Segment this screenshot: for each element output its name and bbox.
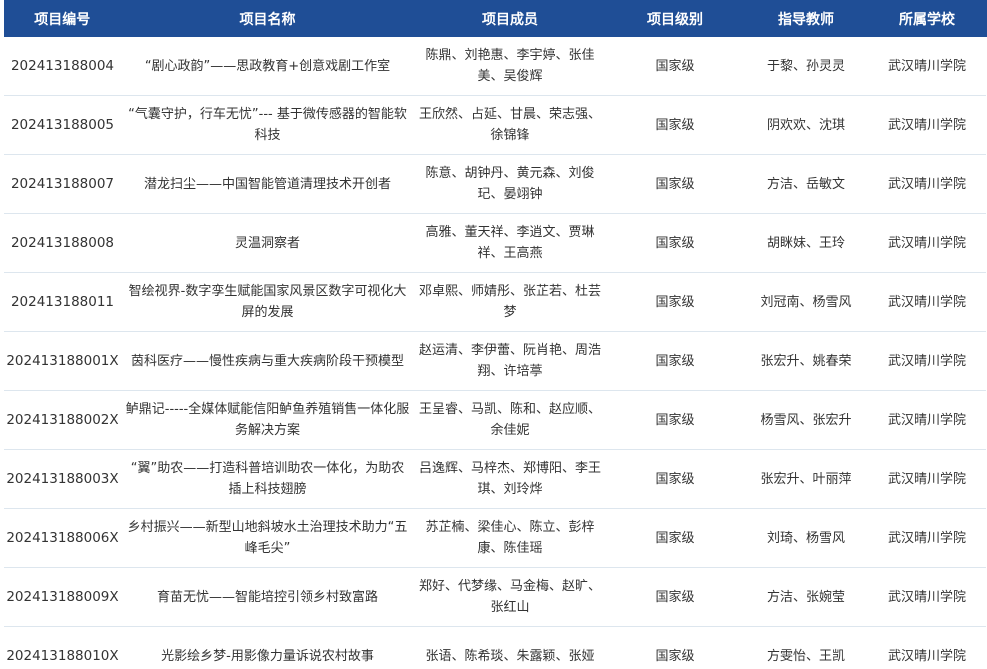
cell-project-id: 202413188010X	[4, 626, 121, 669]
cell-advisor: 张宏升、姚春荣	[744, 331, 868, 391]
cell-project-level: 国家级	[606, 95, 744, 155]
cell-project-level: 国家级	[606, 154, 744, 214]
table-row: 202413188010X 光影绘乡梦-用影像力量诉说农村故事 张语、陈希琰、朱…	[4, 626, 986, 669]
cell-project-id: 202413188004	[4, 37, 121, 96]
cell-school: 武汉晴川学院	[868, 567, 986, 627]
cell-advisor: 方洁、岳敏文	[744, 154, 868, 214]
cell-project-members: 陈意、胡钟丹、黄元森、刘俊玘、晏翊钟	[414, 154, 606, 214]
cell-project-name: “翼”助农——打造科普培训助农一体化，为助农插上科技翅膀	[121, 449, 414, 509]
projects-table: 项目编号 项目名称 项目成员 项目级别 指导教师 所属学校 2024131880…	[4, 0, 987, 669]
cell-project-name: “剧心政韵”——思政教育+创意戏剧工作室	[121, 37, 414, 96]
cell-project-id: 202413188007	[4, 154, 121, 214]
cell-advisor: 刘冠南、杨雪风	[744, 272, 868, 332]
cell-project-name: 乡村振兴——新型山地斜坡水土治理技术助力“五峰毛尖”	[121, 508, 414, 568]
cell-project-level: 国家级	[606, 213, 744, 273]
cell-school: 武汉晴川学院	[868, 272, 986, 332]
table-row: 202413188002X 鲈鼎记-----全媒体赋能信阳鲈鱼养殖销售一体化服务…	[4, 390, 986, 450]
cell-project-members: 王呈睿、马凯、陈和、赵应顺、余佳妮	[414, 390, 606, 450]
cell-project-name: 鲈鼎记-----全媒体赋能信阳鲈鱼养殖销售一体化服务解决方案	[121, 390, 414, 450]
cell-school: 武汉晴川学院	[868, 331, 986, 391]
cell-project-id: 202413188008	[4, 213, 121, 273]
header-advisor: 指导教师	[744, 0, 869, 37]
cell-school: 武汉晴川学院	[868, 213, 986, 273]
cell-project-name: “气囊守护，行车无忧”--- 基于微传感器的智能软科技	[121, 95, 414, 155]
cell-project-members: 赵运清、李伊蕾、阮肖艳、周浩翔、许培葶	[414, 331, 606, 391]
cell-project-id: 202413188001X	[4, 331, 121, 391]
cell-advisor: 于黎、孙灵灵	[744, 37, 868, 96]
header-project-name: 项目名称	[121, 0, 415, 37]
header-project-id: 项目编号	[4, 0, 122, 37]
cell-project-level: 国家级	[606, 331, 744, 391]
table-row: 202413188006X 乡村振兴——新型山地斜坡水土治理技术助力“五峰毛尖”…	[4, 508, 986, 568]
cell-project-level: 国家级	[606, 508, 744, 568]
cell-advisor: 刘琦、杨雪风	[744, 508, 868, 568]
cell-advisor: 方雯怡、王凯	[744, 626, 868, 669]
table-row: 202413188011 智绘视界-数字孪生赋能国家风景区数字可视化大屏的发展 …	[4, 272, 986, 332]
cell-project-members: 王欣然、占延、甘晨、荣志强、徐锦锋	[414, 95, 606, 155]
table-row: 202413188004 “剧心政韵”——思政教育+创意戏剧工作室 陈鼎、刘艳惠…	[4, 37, 986, 96]
cell-advisor: 阴欢欢、沈琪	[744, 95, 868, 155]
table-row: 202413188008 灵温洞察者 高雅、董天祥、李逍文、贾琳祥、王高燕 国家…	[4, 213, 986, 273]
cell-project-level: 国家级	[606, 567, 744, 627]
cell-school: 武汉晴川学院	[868, 390, 986, 450]
cell-project-id: 202413188003X	[4, 449, 121, 509]
cell-project-members: 邓卓熙、师婧彤、张芷若、杜芸梦	[414, 272, 606, 332]
cell-school: 武汉晴川学院	[868, 154, 986, 214]
cell-project-id: 202413188002X	[4, 390, 121, 450]
cell-project-members: 陈鼎、刘艳惠、李宇婷、张佳美、吴俊辉	[414, 37, 606, 96]
cell-project-members: 张语、陈希琰、朱露颖、张娅	[414, 626, 606, 669]
cell-project-level: 国家级	[606, 37, 744, 96]
cell-advisor: 杨雪风、张宏升	[744, 390, 868, 450]
cell-project-name: 育苗无忧——智能培控引领乡村致富路	[121, 567, 414, 627]
cell-project-members: 高雅、董天祥、李逍文、贾琳祥、王高燕	[414, 213, 606, 273]
header-project-level: 项目级别	[606, 0, 745, 37]
cell-advisor: 方洁、张婉莹	[744, 567, 868, 627]
cell-project-id: 202413188011	[4, 272, 121, 332]
cell-project-id: 202413188005	[4, 95, 121, 155]
cell-school: 武汉晴川学院	[868, 449, 986, 509]
table-row: 202413188003X “翼”助农——打造科普培训助农一体化，为助农插上科技…	[4, 449, 986, 509]
table-row: 202413188009X 育苗无忧——智能培控引领乡村致富路 郑好、代梦缘、马…	[4, 567, 986, 627]
cell-project-name: 灵温洞察者	[121, 213, 414, 273]
cell-project-members: 苏芷楠、梁佳心、陈立、彭梓康、陈佳瑶	[414, 508, 606, 568]
table-row: 202413188005 “气囊守护，行车无忧”--- 基于微传感器的智能软科技…	[4, 95, 986, 155]
cell-project-id: 202413188009X	[4, 567, 121, 627]
cell-project-members: 郑好、代梦缘、马金梅、赵旷、张红山	[414, 567, 606, 627]
cell-school: 武汉晴川学院	[868, 626, 986, 669]
table-row: 202413188007 潜龙扫尘——中国智能管道清理技术开创者 陈意、胡钟丹、…	[4, 154, 986, 214]
table-header-row: 项目编号 项目名称 项目成员 项目级别 指导教师 所属学校	[4, 0, 987, 37]
cell-project-level: 国家级	[606, 390, 744, 450]
cell-school: 武汉晴川学院	[868, 37, 986, 96]
header-project-members: 项目成员	[414, 0, 607, 37]
cell-project-members: 吕逸辉、马梓杰、郑博阳、李王琪、刘玲烨	[414, 449, 606, 509]
cell-project-name: 茵科医疗——慢性疾病与重大疾病阶段干预模型	[121, 331, 414, 391]
cell-project-name: 潜龙扫尘——中国智能管道清理技术开创者	[121, 154, 414, 214]
header-school: 所属学校	[868, 0, 987, 37]
cell-project-name: 光影绘乡梦-用影像力量诉说农村故事	[121, 626, 414, 669]
cell-project-level: 国家级	[606, 272, 744, 332]
table-row: 202413188001X 茵科医疗——慢性疾病与重大疾病阶段干预模型 赵运清、…	[4, 331, 986, 391]
cell-advisor: 张宏升、叶丽萍	[744, 449, 868, 509]
cell-project-level: 国家级	[606, 626, 744, 669]
cell-advisor: 胡眯妹、王玲	[744, 213, 868, 273]
cell-project-level: 国家级	[606, 449, 744, 509]
cell-project-name: 智绘视界-数字孪生赋能国家风景区数字可视化大屏的发展	[121, 272, 414, 332]
cell-school: 武汉晴川学院	[868, 508, 986, 568]
cell-project-id: 202413188006X	[4, 508, 121, 568]
cell-school: 武汉晴川学院	[868, 95, 986, 155]
